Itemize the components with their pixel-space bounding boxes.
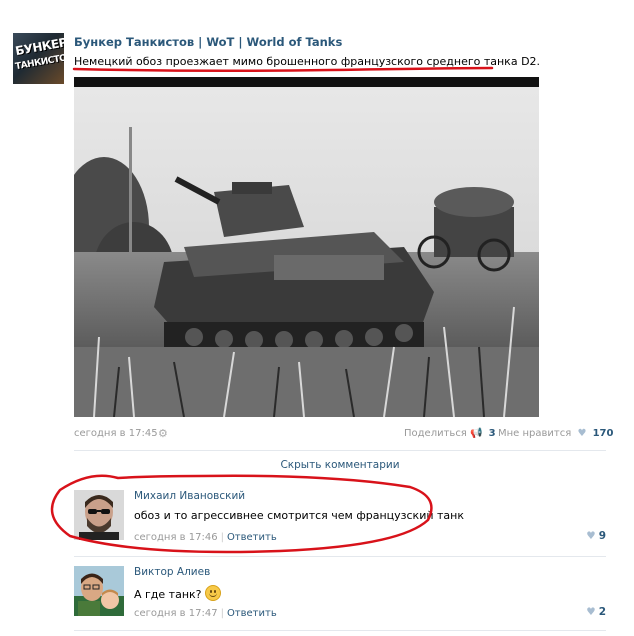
comment-avatar[interactable]	[74, 490, 124, 540]
comment-text: обоз и то агрессивнее смотрится чем фран…	[134, 509, 464, 522]
like-button[interactable]: Мне нравится ♥ 170	[498, 428, 613, 439]
comment-item: Михаил Ивановский обоз и то агрессивнее …	[74, 490, 606, 550]
comment-like-button[interactable]: ♥ 2	[586, 606, 606, 618]
comment-like-count: 2	[598, 606, 606, 618]
comment-item: Виктор Алиев А где танк? сегодня в 17:47…	[74, 566, 606, 626]
avatar-photo	[74, 566, 124, 616]
reply-link[interactable]: Ответить	[227, 608, 277, 619]
post-photo[interactable]	[74, 77, 539, 417]
share-label: Поделиться	[404, 428, 467, 439]
wall-post: БУНКЕР ТАНКИСТОВ Бункер Танкистов | WoT …	[0, 0, 634, 636]
heart-icon: ♥	[586, 606, 596, 618]
comment-meta: сегодня в 17:47 | Ответить	[134, 608, 277, 619]
hide-comments-link[interactable]: Скрыть комментарии	[74, 459, 606, 471]
comment-author[interactable]: Михаил Ивановский	[134, 490, 245, 502]
reply-link[interactable]: Ответить	[227, 532, 277, 543]
share-count: 3	[488, 428, 496, 439]
group-avatar[interactable]: БУНКЕР ТАНКИСТОВ	[13, 33, 64, 84]
comment-date[interactable]: сегодня в 17:47	[134, 608, 218, 619]
comment-author[interactable]: Виктор Алиев	[134, 566, 210, 578]
separator: |	[220, 532, 224, 543]
tank-photo-image	[74, 77, 539, 417]
comment-like-count: 9	[598, 530, 606, 542]
post-date[interactable]: сегодня в 17:45	[74, 428, 158, 439]
comment-text: А где танк?	[134, 588, 202, 601]
comment-text-row: А где танк?	[134, 585, 221, 601]
divider	[74, 630, 606, 631]
divider	[74, 450, 606, 451]
comment-meta: сегодня в 17:46 | Ответить	[134, 532, 277, 543]
post-meta-row: сегодня в 17:45 ⚙ Поделиться 📢 3 Мне нра…	[74, 427, 613, 442]
avatar-photo	[74, 490, 124, 540]
smile-emoji-icon	[204, 585, 221, 601]
like-label: Мне нравится	[498, 428, 572, 439]
megaphone-icon: 📢	[470, 428, 483, 439]
post-text: Немецкий обоз проезжает мимо брошенного …	[74, 55, 541, 68]
like-count: 170	[592, 428, 614, 439]
share-button[interactable]: Поделиться 📢 3	[404, 428, 496, 439]
separator: |	[220, 608, 224, 619]
group-name-link[interactable]: Бункер Танкистов | WoT | World of Tanks	[74, 35, 342, 49]
heart-icon: ♥	[577, 428, 587, 439]
comment-avatar[interactable]	[74, 566, 124, 616]
heart-icon: ♥	[586, 530, 596, 542]
divider	[74, 556, 606, 557]
gear-icon[interactable]: ⚙	[158, 427, 168, 440]
comment-like-button[interactable]: ♥ 9	[586, 530, 606, 542]
comment-date[interactable]: сегодня в 17:46	[134, 532, 218, 543]
